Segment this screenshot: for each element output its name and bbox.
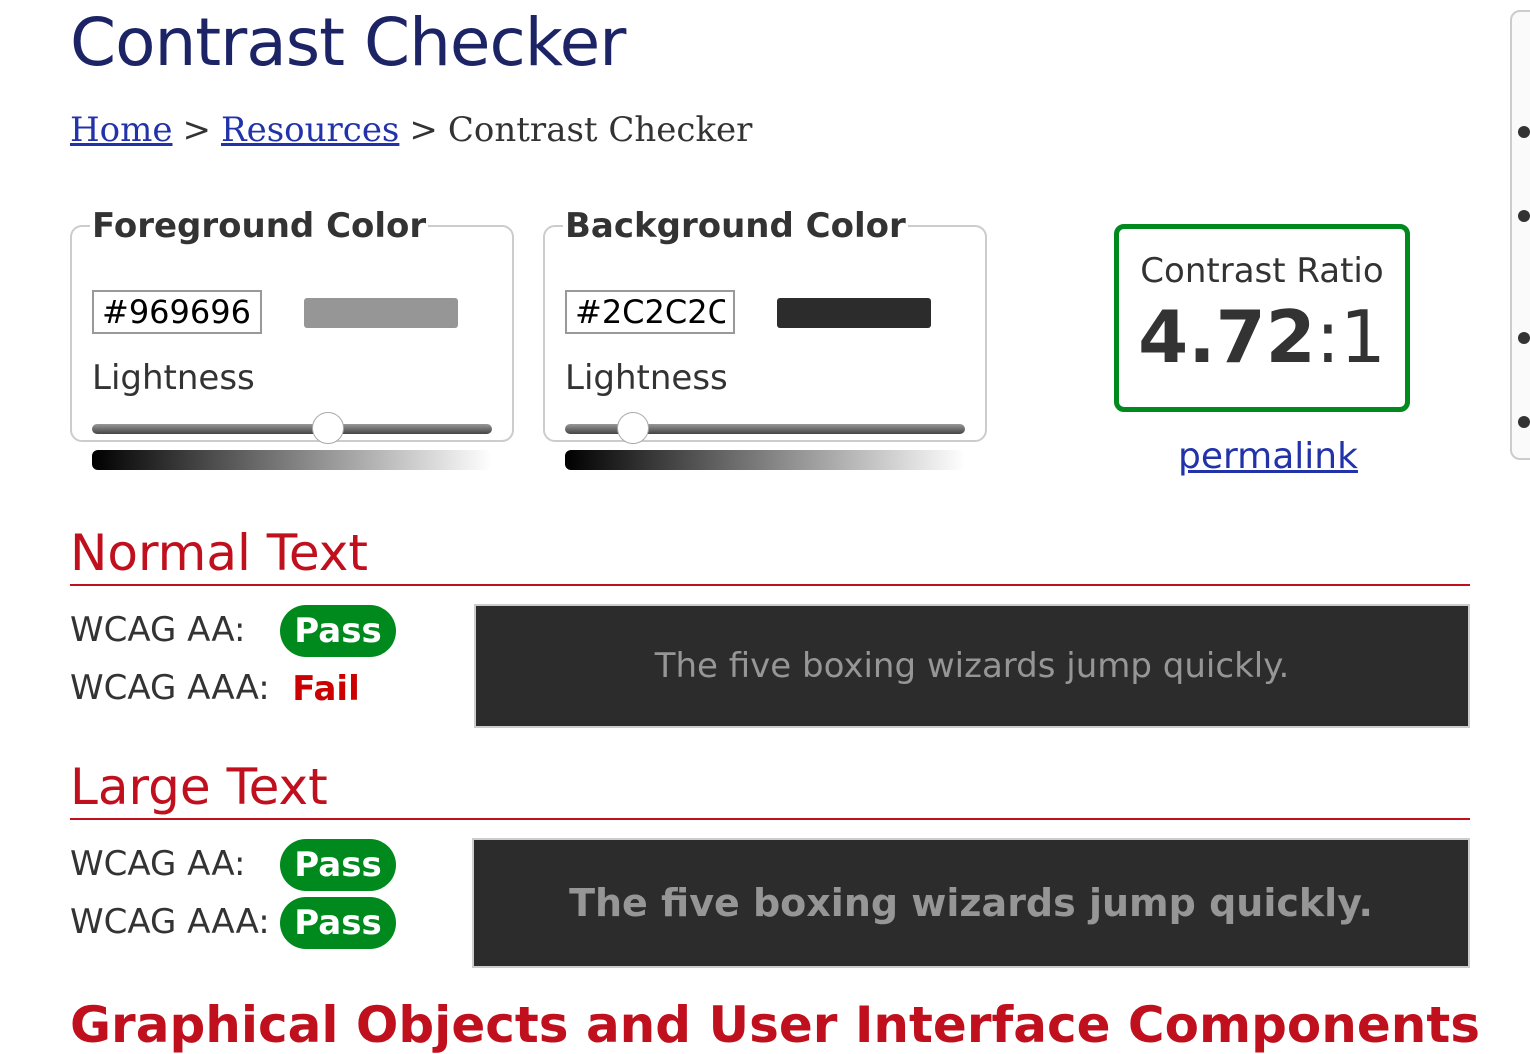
background-lightness-gradient <box>565 450 965 470</box>
breadcrumb-current: Contrast Checker <box>447 110 753 150</box>
large-aaa-badge: Pass <box>280 897 396 949</box>
normal-aaa-label: WCAG AAA: <box>70 668 270 708</box>
breadcrumb: Home > Resources > Contrast Checker <box>70 110 752 150</box>
background-color-panel: Background Color Lightness <box>543 206 987 470</box>
normal-aa-label: WCAG AA: <box>70 610 246 650</box>
foreground-lightness-label: Lightness <box>92 358 255 398</box>
foreground-legend: Foreground Color <box>92 206 427 246</box>
foreground-hex-input[interactable] <box>92 290 262 334</box>
large-text-heading: Large Text <box>70 758 1470 820</box>
contrast-ratio-number: 4.72 <box>1138 295 1316 379</box>
normal-text-sample: The five boxing wizards jump quickly. <box>474 604 1470 728</box>
bullet-icon <box>1518 210 1530 222</box>
breadcrumb-separator: > <box>409 110 438 150</box>
foreground-lightness-gradient <box>92 450 492 470</box>
normal-aaa-badge: Fail <box>292 669 360 709</box>
contrast-ratio-box: Contrast Ratio 4.72:1 <box>1114 224 1410 412</box>
large-aaa-label: WCAG AAA: <box>70 902 270 942</box>
normal-aa-badge: Pass <box>280 605 396 657</box>
breadcrumb-home-link[interactable]: Home <box>70 110 172 150</box>
large-text-sample: The five boxing wizards jump quickly. <box>472 838 1470 968</box>
breadcrumb-resources-link[interactable]: Resources <box>221 110 399 150</box>
foreground-color-swatch[interactable] <box>304 298 458 328</box>
bullet-icon <box>1518 126 1530 138</box>
graphical-objects-heading: Graphical Objects and User Interface Com… <box>70 996 1480 1054</box>
background-hex-input[interactable] <box>565 290 735 334</box>
normal-text-heading: Normal Text <box>70 524 1470 586</box>
foreground-lightness-slider[interactable] <box>92 412 492 444</box>
page-title: Contrast Checker <box>70 4 626 81</box>
background-legend: Background Color <box>565 206 906 246</box>
background-slider-thumb[interactable] <box>617 412 649 444</box>
foreground-slider-thumb[interactable] <box>312 412 344 444</box>
bullet-icon <box>1518 416 1530 428</box>
large-aa-badge: Pass <box>280 839 396 891</box>
background-color-swatch[interactable] <box>777 298 931 328</box>
side-panel <box>1510 10 1530 460</box>
background-lightness-slider[interactable] <box>565 412 965 444</box>
background-lightness-label: Lightness <box>565 358 728 398</box>
bullet-icon <box>1518 332 1530 344</box>
contrast-ratio-suffix: :1 <box>1315 295 1386 379</box>
breadcrumb-separator: > <box>182 110 211 150</box>
foreground-color-panel: Foreground Color Lightness <box>70 206 514 470</box>
contrast-ratio-label: Contrast Ratio <box>1140 251 1384 291</box>
large-aa-label: WCAG AA: <box>70 844 246 884</box>
contrast-ratio-value: 4.72:1 <box>1119 297 1405 377</box>
permalink-link[interactable]: permalink <box>1178 436 1358 477</box>
